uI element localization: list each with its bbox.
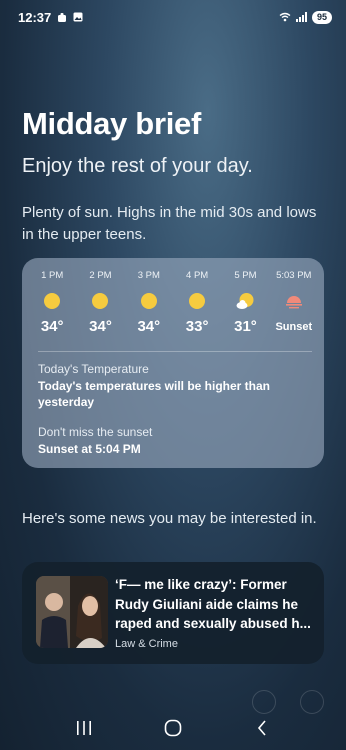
battery-level: 95	[311, 10, 332, 24]
hour-forecast: 2 PM 34°	[77, 270, 123, 335]
card-divider	[38, 351, 312, 352]
hour-temp: 34°	[89, 318, 112, 335]
recent-apps-button[interactable]	[64, 713, 104, 743]
sun-icon	[92, 293, 109, 309]
hour-time: 4 PM	[186, 270, 209, 281]
hour-forecast: 4 PM 33°	[174, 270, 220, 335]
partly-cloudy-icon	[236, 293, 254, 309]
hour-time: 3 PM	[137, 270, 160, 281]
temperature-value: Today's temperatures will be higher than…	[38, 379, 271, 409]
sunset-icon	[285, 296, 302, 309]
sun-icon	[140, 293, 157, 309]
weather-summary: Plenty of sun. Highs in the mid 30s and …	[22, 204, 317, 243]
brief-title: Midday brief	[22, 106, 201, 141]
sun-icon	[189, 293, 206, 309]
sunset-label: Don't miss the sunset	[38, 425, 153, 439]
hour-temp: 34°	[137, 318, 161, 335]
news-title: ‘F— me like crazy’: Former Rudy Giuliani…	[115, 577, 311, 631]
status-bar: 12:37 95	[0, 0, 346, 34]
hour-temp: 31°	[234, 318, 257, 335]
sun-icon	[44, 293, 61, 309]
hour-time: 1 PM	[41, 270, 64, 281]
brief-subtitle: Enjoy the rest of your day.	[22, 155, 253, 177]
back-icon	[257, 720, 266, 736]
hour-forecast: 1 PM 34°	[29, 270, 75, 335]
temperature-label: Today's Temperature	[38, 362, 149, 376]
signal-icon	[295, 12, 307, 22]
gallery-icon	[73, 12, 83, 22]
home-icon	[164, 719, 182, 737]
wifi-icon	[279, 12, 291, 22]
recent-apps-icon	[77, 721, 92, 735]
status-time: 12:37	[18, 9, 52, 25]
hour-forecast: 5 PM 31°	[222, 270, 268, 335]
news-card[interactable]: ‘F— me like crazy’: Former Rudy Giuliani…	[22, 562, 324, 664]
hour-temp: 34°	[40, 318, 64, 335]
temperature-info: Today's Temperature Today's temperatures…	[38, 362, 308, 410]
hour-forecast: 5:03 PM Sunset	[271, 270, 317, 335]
hour-time: 2 PM	[89, 270, 112, 281]
hourly-forecast: 1 PM 34° 2 PM 34° 3 PM 34° 4 PM 33° 5 PM…	[22, 270, 324, 335]
hour-time: 5 PM	[234, 270, 257, 281]
hour-forecast: 3 PM 34°	[126, 270, 172, 335]
hour-temp: Sunset	[275, 321, 313, 333]
back-button[interactable]	[242, 713, 282, 743]
news-intro: Here's some news you may be interested i…	[22, 510, 317, 527]
hour-temp: 33°	[185, 318, 209, 335]
home-button[interactable]	[153, 713, 193, 743]
hour-time: 5:03 PM	[276, 270, 312, 281]
sunset-info: Don't miss the sunset Sunset at 5:04 PM	[38, 425, 308, 457]
news-thumbnail	[36, 576, 108, 648]
news-source: Law & Crime	[115, 638, 178, 650]
notification-icon	[58, 13, 67, 22]
sunset-value: Sunset at 5:04 PM	[38, 442, 141, 456]
navigation-bar	[0, 706, 346, 750]
weather-card[interactable]: 1 PM 34° 2 PM 34° 3 PM 34° 4 PM 33° 5 PM…	[22, 258, 324, 468]
